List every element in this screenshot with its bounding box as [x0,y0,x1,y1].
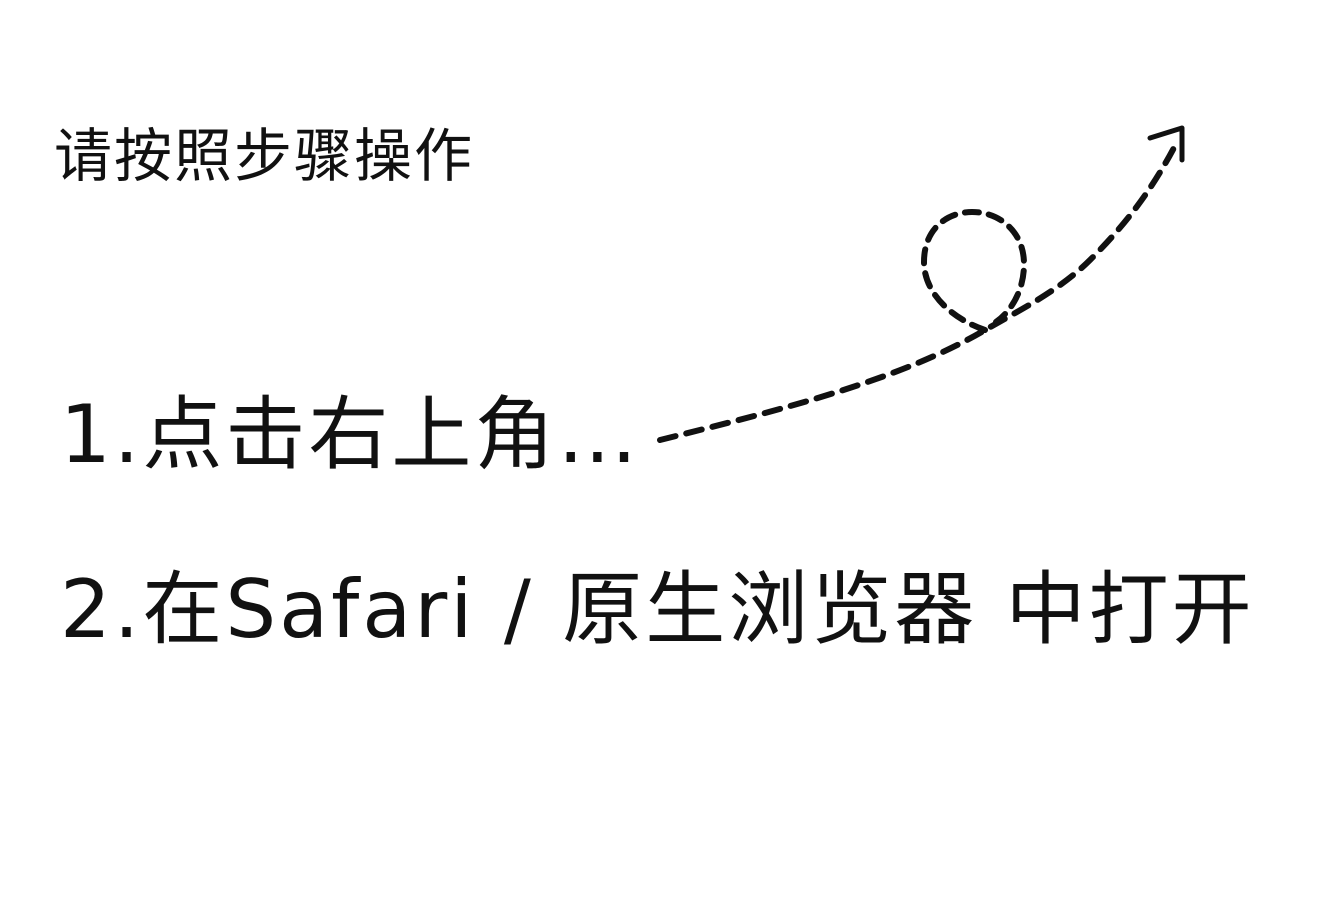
step-2-text: 2.在Safari / 原生浏览器 中打开 [60,563,1255,656]
instruction-heading: 请按照步骤操作 [54,122,475,190]
step-1-text: 1.点击右上角… [60,388,641,481]
